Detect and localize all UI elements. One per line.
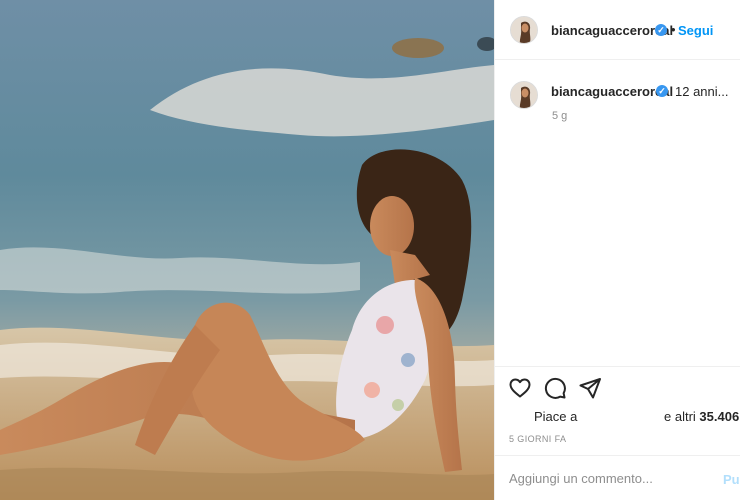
- caption-author-avatar[interactable]: [510, 81, 538, 109]
- likes-prefix: Piace a: [534, 409, 578, 424]
- comment-bar: Pubblica: [495, 455, 740, 500]
- post-header: biancaguacceroreal ✓ • Segui: [495, 0, 740, 60]
- likes-count: 35.406: [699, 409, 740, 424]
- author-avatar[interactable]: [510, 16, 538, 44]
- post-side-panel: biancaguacceroreal ✓ • Segui biancaguacc…: [494, 0, 740, 500]
- caption-text: 12 anni...: [675, 84, 729, 99]
- verified-check-icon: ✓: [655, 24, 667, 36]
- caption-timestamp[interactable]: 5 g: [552, 110, 567, 122]
- heart-icon[interactable]: [508, 376, 532, 400]
- separator-dot: •: [671, 22, 676, 37]
- likes-others[interactable]: e altri 35.406: [664, 409, 739, 424]
- comment-icon[interactable]: [543, 376, 567, 400]
- post-photo[interactable]: [0, 0, 494, 500]
- actions-divider: [495, 366, 740, 367]
- verified-check-icon: ✓: [656, 85, 668, 97]
- posted-ago[interactable]: 5 GIORNI FA: [509, 434, 566, 444]
- follow-button[interactable]: Segui: [678, 23, 713, 38]
- likes-others-prefix: e altri: [664, 409, 696, 424]
- comment-input[interactable]: [509, 471, 709, 486]
- share-icon[interactable]: [578, 376, 602, 400]
- publish-button[interactable]: Pubblica: [723, 472, 740, 487]
- caption-author-username[interactable]: biancaguacceroreal: [551, 84, 673, 99]
